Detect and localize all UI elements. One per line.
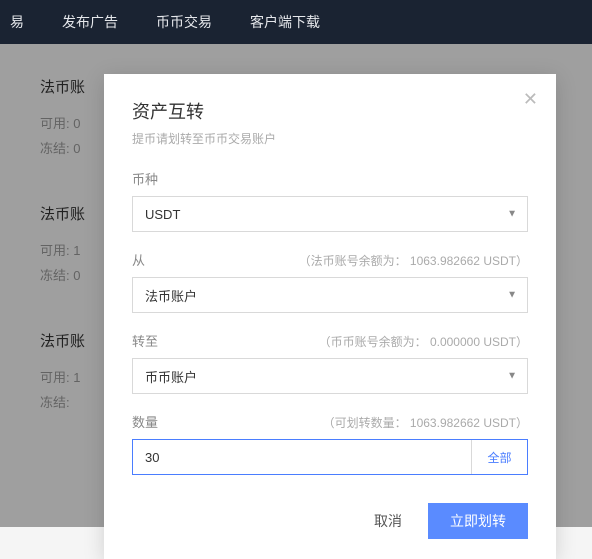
amount-input-wrap: 全部	[132, 439, 528, 475]
submit-button[interactable]: 立即划转	[428, 503, 528, 539]
transfer-modal: ✕ 资产互转 提币请划转至币币交易账户 币种 USDT ▼ 从 （法币账号余额为…	[104, 74, 556, 559]
amount-all-button[interactable]: 全部	[471, 440, 527, 474]
amount-input[interactable]	[133, 440, 471, 474]
amount-row: 数量 （可划转数量： 1063.982662 USDT） 全部	[132, 412, 528, 475]
nav-item-download[interactable]: 客户端下载	[250, 12, 320, 32]
modal-subtitle: 提币请划转至币币交易账户	[132, 130, 528, 147]
caret-down-icon: ▼	[507, 209, 517, 220]
from-row: 从 （法币账号余额为： 1063.982662 USDT） 法币账户 ▼	[132, 250, 528, 313]
caret-down-icon: ▼	[507, 371, 517, 382]
amount-label: 数量	[132, 412, 158, 431]
modal-footer: 取消 立即划转	[132, 503, 528, 539]
to-select[interactable]: 币币账户 ▼	[132, 358, 528, 394]
caret-down-icon: ▼	[507, 290, 517, 301]
coin-label: 币种	[132, 169, 158, 188]
to-label: 转至	[132, 331, 158, 350]
modal-title: 资产互转	[132, 98, 528, 124]
to-value: 币币账户	[145, 367, 197, 386]
coin-row: 币种 USDT ▼	[132, 169, 528, 232]
nav-item-trade[interactable]: 易	[10, 12, 24, 32]
from-hint: （法币账号余额为： 1063.982662 USDT）	[299, 252, 528, 269]
cancel-button[interactable]: 取消	[374, 511, 402, 531]
coin-select[interactable]: USDT ▼	[132, 196, 528, 232]
nav-item-spot[interactable]: 币币交易	[156, 12, 212, 32]
to-row: 转至 （币币账号余额为： 0.000000 USDT） 币币账户 ▼	[132, 331, 528, 394]
amount-hint: （可划转数量： 1063.982662 USDT）	[323, 414, 528, 431]
to-hint: （币币账号余额为： 0.000000 USDT）	[319, 333, 528, 350]
from-select[interactable]: 法币账户 ▼	[132, 277, 528, 313]
from-value: 法币账户	[145, 286, 197, 305]
close-icon[interactable]: ✕	[523, 90, 538, 108]
coin-value: USDT	[145, 207, 180, 222]
from-label: 从	[132, 250, 145, 269]
top-nav: 易 发布广告 币币交易 客户端下载	[0, 0, 592, 44]
nav-item-publish[interactable]: 发布广告	[62, 12, 118, 32]
